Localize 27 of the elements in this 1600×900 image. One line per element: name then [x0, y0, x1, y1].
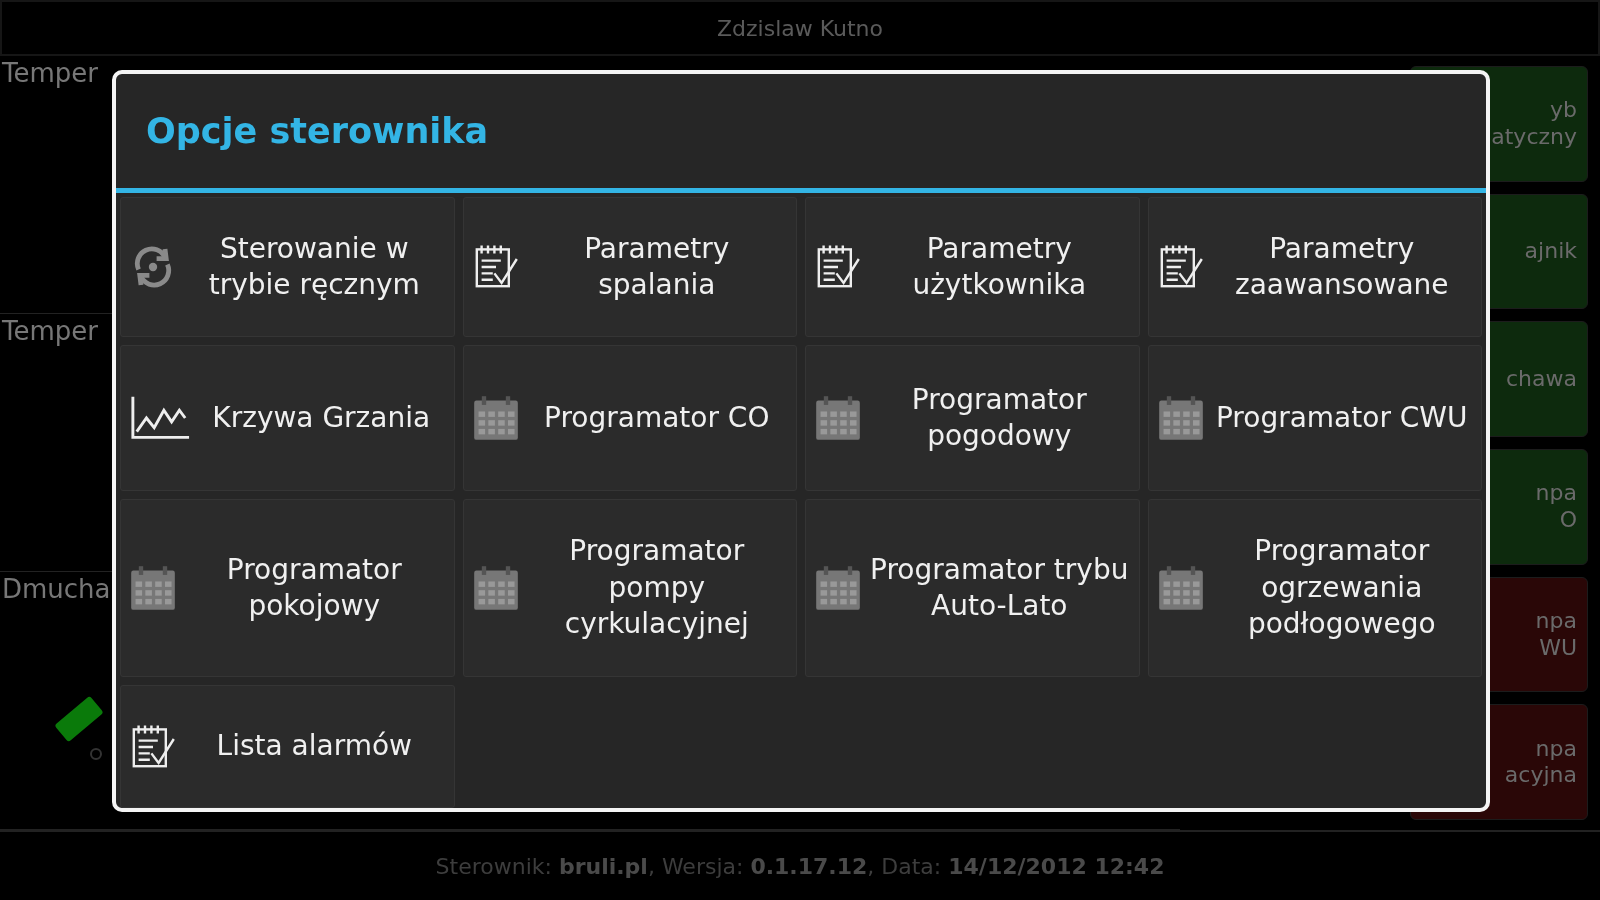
option-button[interactable]: Parametry spalania — [462, 197, 797, 337]
calendar-icon — [129, 564, 177, 612]
panel-label: Temper — [1, 315, 98, 346]
option-button[interactable]: Programator CWU — [1147, 345, 1482, 491]
status-text: Sterownik: bruli.pl, Wersja: 0.1.17.12, Data: 14/12/2012 12:42 — [435, 853, 1165, 879]
calendar-icon — [814, 564, 862, 612]
option-button[interactable]: Parametry zaawansowane — [1147, 197, 1482, 337]
option-button[interactable]: Parametry użytkownika — [805, 197, 1140, 337]
calendar-icon — [1156, 394, 1205, 442]
calendar-icon — [471, 564, 520, 612]
option-button[interactable]: Programator ogrzewania podłogowego — [1147, 499, 1482, 677]
line-chart-icon — [129, 394, 191, 442]
calendar-icon — [814, 394, 862, 442]
calendar-icon — [471, 394, 520, 442]
option-button[interactable]: Programator CO — [462, 345, 797, 491]
option-button[interactable]: Programator pokojowy — [120, 499, 455, 677]
calendar-icon — [1156, 564, 1205, 612]
dialog-title: Opcje sterownika — [146, 111, 489, 151]
option-button[interactable]: Sterowanie w trybie ręcznym — [120, 197, 455, 337]
option-button[interactable]: Programator pompy cyrkulacyjnej — [462, 499, 797, 677]
option-button[interactable]: Lista alarmów — [120, 685, 455, 808]
option-button[interactable]: Programator pogodowy — [805, 345, 1140, 491]
panel-label: Dmucha — [1, 573, 111, 604]
title-text: Zdzislaw Kutno — [716, 15, 883, 41]
option-button[interactable]: Krzywa Grzania — [120, 345, 455, 491]
panel-label: Temper — [1, 57, 98, 88]
option-button[interactable]: Programator trybu Auto-Lato — [805, 499, 1140, 677]
